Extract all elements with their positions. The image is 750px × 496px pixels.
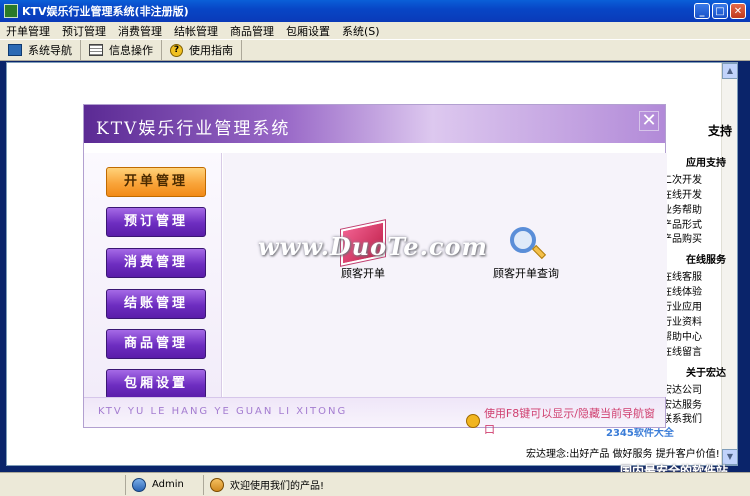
dialog-footer: KTV YU LE HANG YE GUAN LI XITONG 使用F8键可以… xyxy=(84,397,665,436)
status-welcome-text: 欢迎使用我们的产品! xyxy=(230,481,325,492)
link-industry-app[interactable]: 行业应用 xyxy=(662,301,732,316)
status-welcome: 欢迎使用我们的产品! xyxy=(204,475,324,495)
dialog-title-bar: KTV娱乐行业管理系统 ✕ xyxy=(84,105,665,143)
link-service[interactable]: 宏达服务 xyxy=(662,399,732,414)
section-header-about: 关于宏达 xyxy=(686,367,726,379)
link-product-form[interactable]: 产品形式 xyxy=(662,219,732,234)
status-user: Admin xyxy=(126,474,204,495)
menu-item-billing[interactable]: 开单管理 xyxy=(0,23,56,39)
footer-hint-text: 使用F8键可以显示/隐藏当前导航窗口 xyxy=(483,407,655,436)
window-controls: _ □ ✕ xyxy=(694,3,746,19)
link-online-dev[interactable]: 在线开发 xyxy=(662,189,732,204)
toolbar-info-label: 信息操作 xyxy=(109,44,153,57)
window-title: KTV娱乐行业管理系统(非注册版) xyxy=(22,5,189,18)
menu-item-goods[interactable]: 商品管理 xyxy=(224,23,280,39)
close-window-button[interactable]: ✕ xyxy=(730,3,746,19)
dialog-body: 开单管理 预订管理 消费管理 结账管理 商品管理 包厢设置 顾客开单 顾客开单查… xyxy=(84,143,667,399)
dialog-title: KTV娱乐行业管理系统 xyxy=(96,119,291,139)
site-watermark: www.DuoTe.com xyxy=(258,232,488,261)
toolbar-info-button[interactable]: 信息操作 xyxy=(81,40,162,60)
toolbar: 系统导航 信息操作 ? 使用指南 xyxy=(0,39,750,61)
app-icon xyxy=(4,4,18,18)
status-user-name: Admin xyxy=(152,479,184,490)
help-icon: ? xyxy=(170,43,183,57)
dialog-sidebar: 开单管理 预订管理 消费管理 结账管理 商品管理 包厢设置 xyxy=(84,153,222,399)
side-button-booking[interactable]: 预订管理 xyxy=(106,207,206,237)
link-company[interactable]: 宏达公司 xyxy=(662,384,732,399)
menu-item-checkout[interactable]: 结帐管理 xyxy=(168,23,224,39)
maximize-button[interactable]: □ xyxy=(712,3,728,19)
status-spacer xyxy=(0,474,126,495)
link-online-message[interactable]: 在线留言 xyxy=(662,346,732,361)
footer-pinyin: KTV YU LE HANG YE GUAN LI XITONG xyxy=(98,406,348,417)
minimize-button[interactable]: _ xyxy=(694,3,710,19)
menu-item-consumption[interactable]: 消费管理 xyxy=(112,23,168,39)
link-help-center[interactable]: 帮助中心 xyxy=(662,331,732,346)
navigation-dialog: KTV娱乐行业管理系统 ✕ 开单管理 预订管理 消费管理 结账管理 商品管理 包… xyxy=(83,104,667,436)
toolbar-nav-button[interactable]: 系统导航 xyxy=(0,40,81,60)
support-title: 支持 xyxy=(707,124,732,138)
side-button-rooms[interactable]: 包厢设置 xyxy=(106,369,206,399)
support-panel: 支持 应用支持 二次开发 在线开发 业务帮助 产品形式 产品购买 在线服务 在线… xyxy=(662,124,732,428)
menu-bar: 开单管理 预订管理 消费管理 结帐管理 商品管理 包厢设置 系统(S) xyxy=(0,22,750,39)
toolbar-guide-button[interactable]: ? 使用指南 xyxy=(162,40,242,60)
side-button-consumption[interactable]: 消费管理 xyxy=(106,248,206,278)
dialog-content: 顾客开单 顾客开单查询 xyxy=(223,153,667,397)
content-item-label: 顾客开单 xyxy=(341,267,385,280)
company-slogan: 宏达理念:出好产品 做好服务 提升客户价值! xyxy=(526,449,720,460)
section-header-online-service: 在线服务 xyxy=(686,255,726,267)
side-button-checkout[interactable]: 结账管理 xyxy=(106,289,206,319)
user-hint-icon xyxy=(466,414,480,428)
footer-hint: 使用F8键可以显示/隐藏当前导航窗口 xyxy=(466,405,665,437)
grid-icon xyxy=(89,44,103,56)
link-industry-data[interactable]: 行业资料 xyxy=(662,316,732,331)
scroll-up-button[interactable]: ▲ xyxy=(722,63,738,79)
title-bar: KTV娱乐行业管理系统(非注册版) _ □ ✕ xyxy=(0,0,750,22)
menu-item-booking[interactable]: 预订管理 xyxy=(56,23,112,39)
user-icon xyxy=(132,477,146,492)
search-icon xyxy=(506,225,547,261)
menu-item-rooms[interactable]: 包厢设置 xyxy=(280,23,336,39)
dialog-close-button[interactable]: ✕ xyxy=(639,111,659,131)
content-item-label: 顾客开单查询 xyxy=(493,267,559,280)
link-secondary-dev[interactable]: 二次开发 xyxy=(662,174,732,189)
status-bar: Admin 欢迎使用我们的产品! xyxy=(0,472,750,496)
link-online-cs[interactable]: 在线客服 xyxy=(662,271,732,286)
users-icon xyxy=(210,477,224,492)
toolbar-nav-label: 系统导航 xyxy=(28,44,72,57)
monitor-icon xyxy=(8,44,22,56)
menu-item-system[interactable]: 系统(S) xyxy=(336,23,386,39)
link-product-buy[interactable]: 产品购买 xyxy=(662,233,732,248)
side-button-billing[interactable]: 开单管理 xyxy=(106,167,206,197)
link-online-trial[interactable]: 在线体验 xyxy=(662,286,732,301)
section-header-app-support: 应用支持 xyxy=(686,157,726,169)
link-business-help[interactable]: 业务帮助 xyxy=(662,204,732,219)
side-button-goods[interactable]: 商品管理 xyxy=(106,329,206,359)
toolbar-guide-label: 使用指南 xyxy=(189,44,233,57)
